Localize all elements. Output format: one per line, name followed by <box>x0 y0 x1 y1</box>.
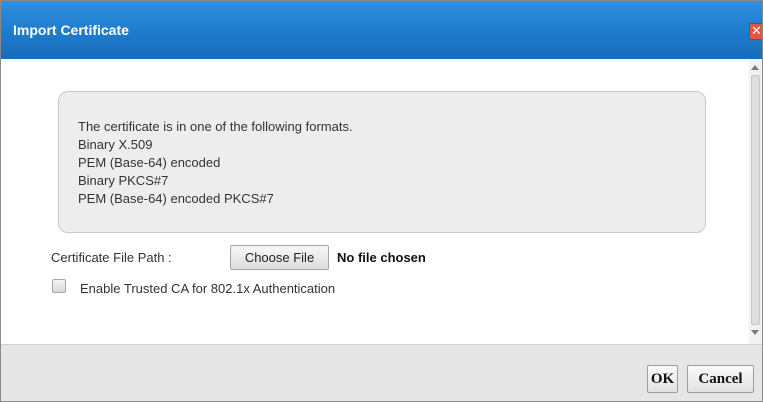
import-certificate-dialog: Import Certificate ✕ The certificate is … <box>0 0 763 402</box>
close-icon[interactable]: ✕ <box>749 23 762 40</box>
format-info-text: The certificate is in one of the followi… <box>78 118 353 208</box>
file-status-text: No file chosen <box>337 250 426 265</box>
choose-file-button[interactable]: Choose File <box>230 245 329 270</box>
dialog-footer: OK Cancel <box>1 344 762 401</box>
dialog-content: The certificate is in one of the followi… <box>1 59 762 344</box>
format-intro: The certificate is in one of the followi… <box>78 119 353 134</box>
format-item: Binary X.509 <box>78 137 153 152</box>
scroll-up-arrow-icon[interactable] <box>751 65 759 70</box>
scrollbar-thumb[interactable] <box>751 75 760 325</box>
format-item: PEM (Base-64) encoded PKCS#7 <box>78 191 274 206</box>
cancel-button[interactable]: Cancel <box>687 365 754 393</box>
format-info-box: The certificate is in one of the followi… <box>58 91 706 233</box>
enable-trusted-ca-checkbox[interactable] <box>52 279 66 293</box>
format-item: Binary PKCS#7 <box>78 173 169 188</box>
format-item: PEM (Base-64) encoded <box>78 155 221 170</box>
ok-button[interactable]: OK <box>647 365 678 393</box>
scroll-down-arrow-icon[interactable] <box>751 330 759 335</box>
certificate-file-path-label: Certificate File Path : <box>51 250 172 265</box>
dialog-title: Import Certificate <box>13 22 129 38</box>
dialog-titlebar: Import Certificate ✕ <box>1 1 762 59</box>
vertical-scrollbar[interactable] <box>749 59 762 344</box>
enable-trusted-ca-label[interactable]: Enable Trusted CA for 802.1x Authenticat… <box>80 281 335 296</box>
